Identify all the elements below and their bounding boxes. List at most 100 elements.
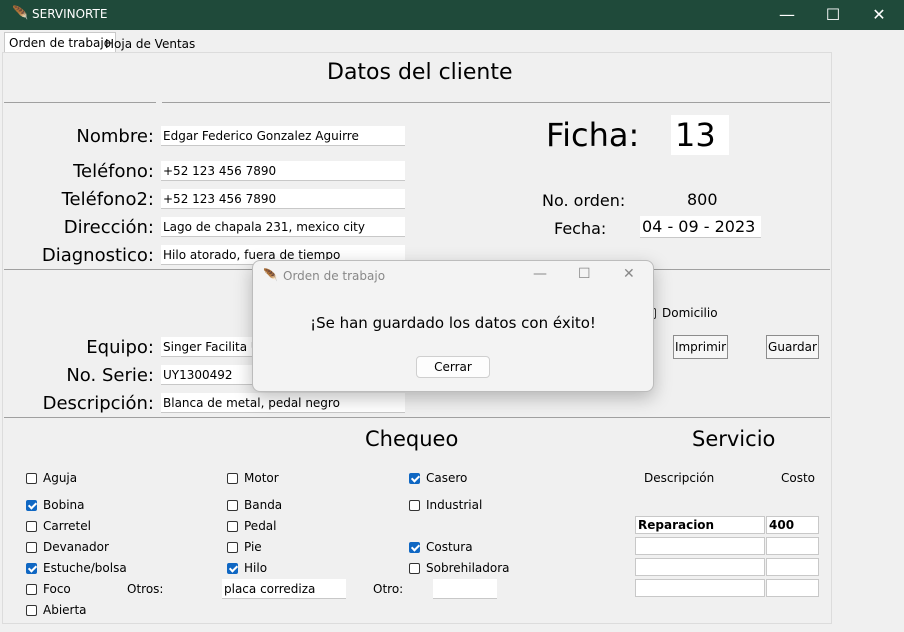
servicio-costo-cell[interactable] bbox=[766, 558, 819, 576]
servicio-costo-cell[interactable] bbox=[766, 537, 819, 555]
feather-icon: 🪶 bbox=[12, 6, 29, 21]
otro-input[interactable] bbox=[433, 579, 497, 599]
bobina-label: Bobina bbox=[43, 498, 85, 512]
abierta-label: Abierta bbox=[43, 603, 87, 617]
ficha-value[interactable]: 13 bbox=[671, 115, 729, 155]
otros-label: Otros: bbox=[127, 582, 164, 596]
sobrehiladora-label: Sobrehiladora bbox=[426, 561, 510, 575]
domicilio-checkbox[interactable]: Domicilio bbox=[645, 306, 718, 320]
pedal-checkbox[interactable]: Pedal bbox=[227, 519, 277, 533]
ficha-label: Ficha: bbox=[546, 116, 640, 154]
checkbox-box[interactable] bbox=[227, 473, 238, 484]
checkbox-box[interactable] bbox=[26, 584, 37, 595]
costura-checkbox[interactable]: Costura bbox=[409, 540, 473, 554]
servicio-costo-header: Costo bbox=[781, 471, 816, 485]
checkbox-box[interactable] bbox=[26, 500, 37, 511]
tab-hoja-de-ventas[interactable]: Hoja de Ventas bbox=[101, 34, 199, 54]
pedal-label: Pedal bbox=[244, 519, 277, 533]
servicio-desc-header: Descripción bbox=[644, 471, 715, 485]
divider bbox=[162, 102, 830, 103]
devanador-checkbox[interactable]: Devanador bbox=[26, 540, 109, 554]
diagnostico-label: Diagnostico: bbox=[41, 245, 154, 266]
section-title-cliente: Datos del cliente bbox=[327, 60, 513, 85]
descripcion-label: Descripción: bbox=[42, 393, 154, 414]
minimize-button[interactable]: — bbox=[764, 0, 810, 30]
fecha-label: Fecha: bbox=[554, 219, 607, 238]
feather-icon: 🪶 bbox=[263, 268, 278, 282]
checkbox-box[interactable] bbox=[227, 500, 238, 511]
imprimir-button[interactable]: Imprimir bbox=[673, 335, 728, 359]
checkbox-box[interactable] bbox=[227, 563, 238, 574]
section-title-servicio: Servicio bbox=[692, 427, 776, 451]
dialog-title: Orden de trabajo bbox=[283, 269, 386, 283]
checkbox-box[interactable] bbox=[409, 542, 420, 553]
casero-label: Casero bbox=[426, 471, 468, 485]
servicio-desc-cell[interactable]: Reparacion bbox=[635, 516, 765, 534]
title-bar: 🪶 SERVINORTE — ☐ ✕ bbox=[0, 0, 904, 30]
close-button[interactable]: ✕ bbox=[856, 0, 902, 30]
telefono-label: Teléfono: bbox=[73, 161, 154, 182]
costura-label: Costura bbox=[426, 540, 473, 554]
maximize-button[interactable]: ☐ bbox=[810, 0, 856, 30]
telefono2-label: Teléfono2: bbox=[61, 189, 154, 210]
devanador-label: Devanador bbox=[43, 540, 109, 554]
casero-checkbox[interactable]: Casero bbox=[409, 471, 467, 485]
cerrar-button[interactable]: Cerrar bbox=[416, 356, 490, 378]
checkbox-box[interactable] bbox=[409, 500, 420, 511]
section-title-chequeo: Chequeo bbox=[365, 427, 459, 451]
motor-checkbox[interactable]: Motor bbox=[227, 471, 279, 485]
servicio-costo-cell[interactable]: 400 bbox=[766, 516, 819, 534]
success-dialog: 🪶 Orden de trabajo — ☐ ✕ ¡Se han guardad… bbox=[252, 260, 654, 392]
dialog-maximize-button[interactable]: ☐ bbox=[578, 266, 591, 282]
tab-orden-de-trabajo[interactable]: Orden de trabajo bbox=[4, 32, 117, 53]
carretel-checkbox[interactable]: Carretel bbox=[26, 519, 91, 533]
checkbox-box[interactable] bbox=[227, 542, 238, 553]
servicio-desc-cell[interactable] bbox=[635, 579, 765, 597]
servicio-desc-cell[interactable] bbox=[635, 558, 765, 576]
nombre-label: Nombre: bbox=[76, 126, 154, 147]
checkbox-box[interactable] bbox=[227, 521, 238, 532]
nombre-input[interactable]: Edgar Federico Gonzalez Aguirre bbox=[161, 126, 405, 146]
bobina-checkbox[interactable]: Bobina bbox=[26, 498, 84, 512]
dialog-minimize-button[interactable]: — bbox=[533, 266, 547, 282]
checkbox-box[interactable] bbox=[26, 542, 37, 553]
telefono2-input[interactable]: +52 123 456 7890 bbox=[161, 189, 405, 209]
divider bbox=[4, 417, 830, 418]
telefono-input[interactable]: +52 123 456 7890 bbox=[161, 161, 405, 181]
fecha-input[interactable]: 04 - 09 - 2023 bbox=[640, 216, 761, 238]
direccion-input[interactable]: Lago de chapala 231, mexico city bbox=[161, 217, 405, 237]
pie-checkbox[interactable]: Pie bbox=[227, 540, 262, 554]
checkbox-box[interactable] bbox=[409, 563, 420, 574]
aguja-checkbox[interactable]: Aguja bbox=[26, 471, 77, 485]
sobrehiladora-checkbox[interactable]: Sobrehiladora bbox=[409, 561, 510, 575]
aguja-label: Aguja bbox=[43, 471, 78, 485]
industrial-label: Industrial bbox=[426, 498, 483, 512]
descripcion-input[interactable]: Blanca de metal, pedal negro bbox=[161, 393, 405, 413]
window-title: SERVINORTE bbox=[32, 7, 108, 21]
checkbox-box[interactable] bbox=[26, 605, 37, 616]
checkbox-box[interactable] bbox=[26, 521, 37, 532]
servicio-desc-cell[interactable] bbox=[635, 537, 765, 555]
dialog-close-button[interactable]: ✕ bbox=[623, 266, 635, 282]
banda-checkbox[interactable]: Banda bbox=[227, 498, 282, 512]
orden-value: 800 bbox=[687, 190, 718, 209]
hilo-label: Hilo bbox=[244, 561, 268, 575]
checkbox-box[interactable] bbox=[26, 563, 37, 574]
guardar-button[interactable]: Guardar bbox=[766, 335, 819, 359]
divider bbox=[4, 102, 156, 103]
motor-label: Motor bbox=[244, 471, 279, 485]
domicilio-label: Domicilio bbox=[662, 306, 718, 320]
direccion-label: Dirección: bbox=[63, 217, 154, 238]
foco-checkbox[interactable]: Foco bbox=[26, 582, 71, 596]
abierta-checkbox[interactable]: Abierta bbox=[26, 603, 87, 617]
otros-input[interactable]: placa corrediza bbox=[222, 579, 346, 599]
serie-label: No. Serie: bbox=[66, 365, 154, 386]
estuche-checkbox[interactable]: Estuche/bolsa bbox=[26, 561, 127, 575]
hilo-checkbox[interactable]: Hilo bbox=[227, 561, 267, 575]
pie-label: Pie bbox=[244, 540, 262, 554]
carretel-label: Carretel bbox=[43, 519, 91, 533]
industrial-checkbox[interactable]: Industrial bbox=[409, 498, 482, 512]
checkbox-box[interactable] bbox=[409, 473, 420, 484]
checkbox-box[interactable] bbox=[26, 473, 37, 484]
servicio-costo-cell[interactable] bbox=[766, 579, 819, 597]
